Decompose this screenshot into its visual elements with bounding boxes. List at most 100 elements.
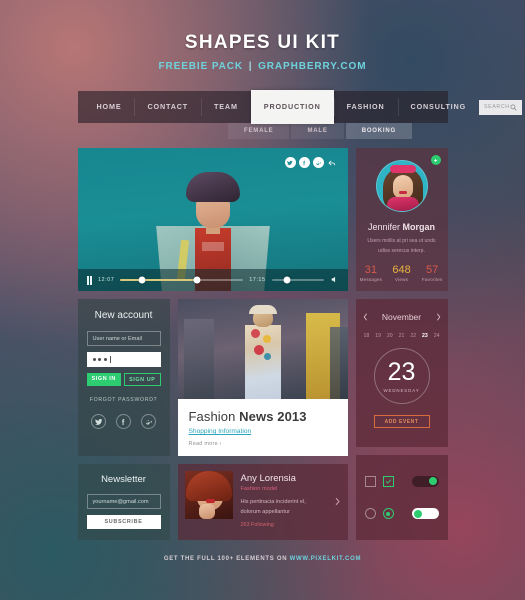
chevron-right-icon[interactable] xyxy=(334,493,341,511)
subscribe-button[interactable]: SUBSCRIBE xyxy=(86,515,161,529)
row-account-news: New account User name or Email SIGN IN S… xyxy=(77,299,348,456)
calendar-selected-date: 23 WEDNESDAY xyxy=(373,348,430,404)
facebook-icon[interactable] xyxy=(115,414,131,429)
add-event-button[interactable]: ADD EVENT xyxy=(373,415,430,428)
calendar-day-22[interactable]: 22 xyxy=(410,333,416,339)
submenu-item-male[interactable]: MALE xyxy=(291,123,344,139)
auth-buttons: SIGN IN SIGN UP xyxy=(86,373,161,386)
account-social-row xyxy=(87,414,161,429)
content-stage: 12:07 17:15 New account User name or Ema… xyxy=(77,148,448,540)
row-newsletter-person: Newsletter yourname@gmail.com SUBSCRIBE … xyxy=(77,464,348,540)
news-title-light: Fashion xyxy=(188,409,236,424)
person-avatar xyxy=(184,471,233,519)
calendar-days: 18 19 20 21 22 23 24 xyxy=(363,333,441,339)
stat-messages: 31 Messages xyxy=(356,264,387,282)
profile-card: Jennifer Morgan Users mollis at pri sea … xyxy=(355,148,448,291)
page-header: SHAPES UI KIT FREEBIE PACK | GRAPHBERRY.… xyxy=(0,0,525,72)
calendar-header: November xyxy=(363,308,441,326)
footer-text: GET THE FULL 100+ ELEMENTS ON xyxy=(163,556,290,562)
navigation: HOME CONTACT TEAM PRODUCTION FASHION CON… xyxy=(77,89,522,139)
toggles-panel xyxy=(355,455,448,540)
newsletter-title: Newsletter xyxy=(101,474,146,485)
subtitle-site: GRAPHBERRY.COM xyxy=(258,61,367,72)
person-following: 263 Following xyxy=(240,521,274,528)
news-image xyxy=(177,299,348,399)
googleplus-icon[interactable] xyxy=(312,157,324,168)
chevron-left-icon[interactable] xyxy=(363,308,368,326)
video-social-buttons xyxy=(284,157,337,168)
speaker-icon[interactable] xyxy=(330,271,339,289)
footer: GET THE FULL 100+ ELEMENTS ON WWW.PIXELK… xyxy=(0,556,525,562)
newsletter-form: Newsletter yourname@gmail.com SUBSCRIBE xyxy=(77,464,170,540)
person-name: Any Lorensia xyxy=(240,473,296,484)
news-category-link[interactable]: Shopping Information xyxy=(189,428,337,435)
calendar-widget: November 18 19 20 21 22 23 24 23 WEDNESD… xyxy=(355,299,448,447)
password-dots xyxy=(92,358,107,361)
calendar-day-18[interactable]: 18 xyxy=(364,333,370,339)
new-account-title: New account xyxy=(94,310,153,321)
password-field[interactable] xyxy=(86,352,161,367)
new-account-form: New account User name or Email SIGN IN S… xyxy=(77,299,170,456)
avatar xyxy=(375,160,428,212)
search-input[interactable]: SEARCH xyxy=(479,99,522,115)
person-info: Any Lorensia Fashion model His pertinaci… xyxy=(241,471,326,528)
nav-item-production[interactable]: PRODUCTION xyxy=(250,89,334,124)
nav-item-contact[interactable]: CONTACT xyxy=(134,91,201,123)
toggles-row-2 xyxy=(364,508,439,520)
newsletter-email-field[interactable]: yourname@gmail.com xyxy=(86,494,161,509)
footer-link[interactable]: WWW.PIXELKIT.COM xyxy=(290,556,362,562)
twitter-icon[interactable] xyxy=(284,157,296,168)
switch-dark-on[interactable] xyxy=(411,475,439,487)
stat-views: 648 Views xyxy=(386,264,417,282)
news-card[interactable]: Fashion News 2013 Shopping Information R… xyxy=(177,299,348,456)
calendar-day-21[interactable]: 21 xyxy=(399,333,405,339)
stat-views-value: 648 xyxy=(392,264,411,277)
person-role: Fashion model xyxy=(240,486,278,492)
page-title: SHAPES UI KIT xyxy=(184,32,341,53)
calendar-day-23-selected[interactable]: 23 xyxy=(422,333,428,339)
forgot-password-link[interactable]: FORGOT PASSWORD? xyxy=(87,397,161,403)
calendar-day-19[interactable]: 19 xyxy=(375,333,381,339)
subtitle-freebie: FREEBIE PACK xyxy=(158,61,244,72)
person-card[interactable]: Any Lorensia Fashion model His pertinaci… xyxy=(177,464,348,540)
sign-up-button[interactable]: SIGN UP xyxy=(124,373,161,386)
person-description: His pertinacia inciderint el, dolorum ap… xyxy=(240,499,306,515)
video-progress-slider[interactable] xyxy=(120,276,244,284)
switch-light-off[interactable] xyxy=(411,508,439,520)
profile-stats: 31 Messages 648 Views 57 Favorites xyxy=(356,264,448,282)
subtitle-separator: | xyxy=(248,61,253,72)
twitter-icon[interactable] xyxy=(91,414,107,429)
toggles-row-1 xyxy=(364,475,439,487)
read-more-link[interactable]: Read more › xyxy=(189,441,337,447)
submenu-item-female[interactable]: FEMALE xyxy=(228,123,290,139)
volume-slider[interactable] xyxy=(271,276,324,284)
checkbox-unchecked[interactable] xyxy=(364,475,376,487)
news-body: Fashion News 2013 Shopping Information R… xyxy=(178,399,348,456)
share-icon[interactable] xyxy=(327,158,337,168)
search-placeholder: SEARCH xyxy=(484,104,510,110)
text-caret xyxy=(109,356,111,363)
calendar-day-24[interactable]: 24 xyxy=(434,333,440,339)
radio-selected[interactable] xyxy=(382,508,394,520)
chevron-right-icon[interactable] xyxy=(436,308,441,326)
navbar: HOME CONTACT TEAM PRODUCTION FASHION CON… xyxy=(77,89,522,124)
googleplus-icon[interactable] xyxy=(140,414,156,429)
left-column: 12:07 17:15 New account User name or Ema… xyxy=(77,148,348,540)
nav-item-consulting[interactable]: CONSULTING xyxy=(397,91,479,123)
nav-item-home[interactable]: HOME xyxy=(84,91,135,123)
nav-item-team[interactable]: TEAM xyxy=(201,91,251,123)
sign-in-button[interactable]: SIGN IN xyxy=(86,373,121,386)
checkbox-checked[interactable] xyxy=(382,475,394,487)
calendar-day-20[interactable]: 20 xyxy=(387,333,393,339)
stat-messages-label: Messages xyxy=(359,277,383,283)
nav-item-fashion[interactable]: FASHION xyxy=(333,91,398,123)
pause-button[interactable] xyxy=(86,275,92,285)
radio-unselected[interactable] xyxy=(364,508,376,520)
video-end-time: 17:15 xyxy=(249,277,266,283)
video-player[interactable]: 12:07 17:15 xyxy=(77,148,348,291)
news-title: Fashion News 2013 xyxy=(189,409,337,424)
right-column: Jennifer Morgan Users mollis at pri sea … xyxy=(355,148,448,540)
submenu-item-booking[interactable]: BOOKING xyxy=(345,123,412,139)
facebook-icon[interactable] xyxy=(298,157,310,168)
username-field[interactable]: User name or Email xyxy=(86,331,161,346)
